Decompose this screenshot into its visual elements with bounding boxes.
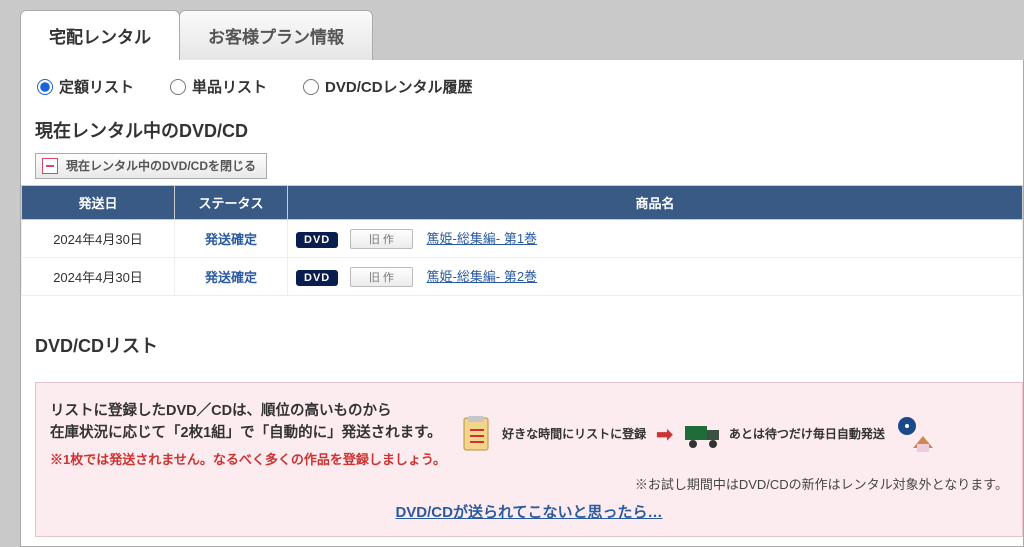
- promo-line1a: リストに登録したDVD／CDは、順位の高いものから: [50, 403, 392, 419]
- promo-step-2: あとは待つだけ毎日自動発送: [683, 414, 885, 454]
- close-now-renting-label: 現在レンタル中のDVD/CDを閉じる: [66, 157, 256, 174]
- radio-flat-list-label: 定額リスト: [59, 76, 134, 97]
- promo-step-1-text: 好きな時間にリストに登録: [502, 427, 646, 442]
- cell-item: DVD 旧 作 篤姫-総集編- 第2巻: [288, 258, 1023, 296]
- table-row: 2024年4月30日 発送確定 DVD 旧 作 篤姫-総集編- 第1巻: [22, 220, 1023, 258]
- arrow-icon: ➡: [656, 422, 673, 447]
- table-row: 2024年4月30日 発送確定 DVD 旧 作 篤姫-総集編- 第2巻: [22, 258, 1023, 296]
- minus-icon: [42, 158, 58, 174]
- radio-history[interactable]: DVD/CDレンタル履歴: [303, 76, 473, 97]
- promo-step-1: 好きな時間にリストに登録: [456, 414, 646, 454]
- promo-box: リストに登録したDVD／CDは、順位の高いものから 在庫状況に応じて「2枚1組」…: [35, 382, 1023, 537]
- cell-status: 発送確定: [175, 220, 288, 258]
- help-link[interactable]: DVD/CDが送られてこないと思ったら…: [395, 504, 662, 521]
- cell-date: 2024年4月30日: [22, 220, 175, 258]
- radio-single-list[interactable]: 単品リスト: [170, 76, 267, 97]
- badge-media: DVD: [296, 270, 338, 286]
- radio-history-label: DVD/CDレンタル履歴: [325, 76, 473, 97]
- item-link[interactable]: 篤姫-総集編- 第2巻: [427, 269, 538, 284]
- cell-date: 2024年4月30日: [22, 258, 175, 296]
- tab-customer-plan[interactable]: お客様プラン情報: [179, 10, 373, 60]
- cell-status: 発送確定: [175, 258, 288, 296]
- badge-age: 旧 作: [350, 229, 413, 249]
- promo-line1b: 在庫状況に応じて「2枚1組」で「自動的に」発送されます。: [50, 425, 442, 441]
- clipboard-icon: [456, 414, 496, 454]
- col-head-status: ステータス: [175, 186, 288, 220]
- radio-history-input[interactable]: [303, 79, 319, 95]
- badge-age: 旧 作: [350, 267, 413, 287]
- radio-single-list-label: 単品リスト: [192, 76, 267, 97]
- cell-item: DVD 旧 作 篤姫-総集編- 第1巻: [288, 220, 1023, 258]
- col-head-item: 商品名: [288, 186, 1023, 220]
- section-title-list: DVD/CDリスト: [21, 328, 1023, 368]
- badge-media: DVD: [296, 232, 338, 248]
- section-title-now-renting: 現在レンタル中のDVD/CD: [21, 113, 1023, 153]
- close-now-renting-button[interactable]: 現在レンタル中のDVD/CDを閉じる: [35, 153, 267, 179]
- radio-flat-list[interactable]: 定額リスト: [37, 76, 134, 97]
- promo-note: ※お試し期間中はDVD/CDの新作はレンタル対象外となります。: [50, 474, 1008, 493]
- tab-delivery-rental[interactable]: 宅配レンタル: [20, 10, 180, 60]
- promo-step-2-text: あとは待つだけ毎日自動発送: [729, 427, 885, 442]
- promo-warning: ※1枚では発送されません。なるべく多くの作品を登録しましょう。: [50, 449, 446, 468]
- radio-single-list-input[interactable]: [170, 79, 186, 95]
- truck-icon: [683, 414, 723, 454]
- item-link[interactable]: 篤姫-総集編- 第1巻: [427, 231, 538, 246]
- radio-flat-list-input[interactable]: [37, 79, 53, 95]
- col-head-date: 発送日: [22, 186, 175, 220]
- house-disc-icon: [895, 414, 935, 454]
- now-renting-table: 発送日 ステータス 商品名 2024年4月30日 発送確定 DVD 旧 作 篤姫…: [21, 185, 1023, 296]
